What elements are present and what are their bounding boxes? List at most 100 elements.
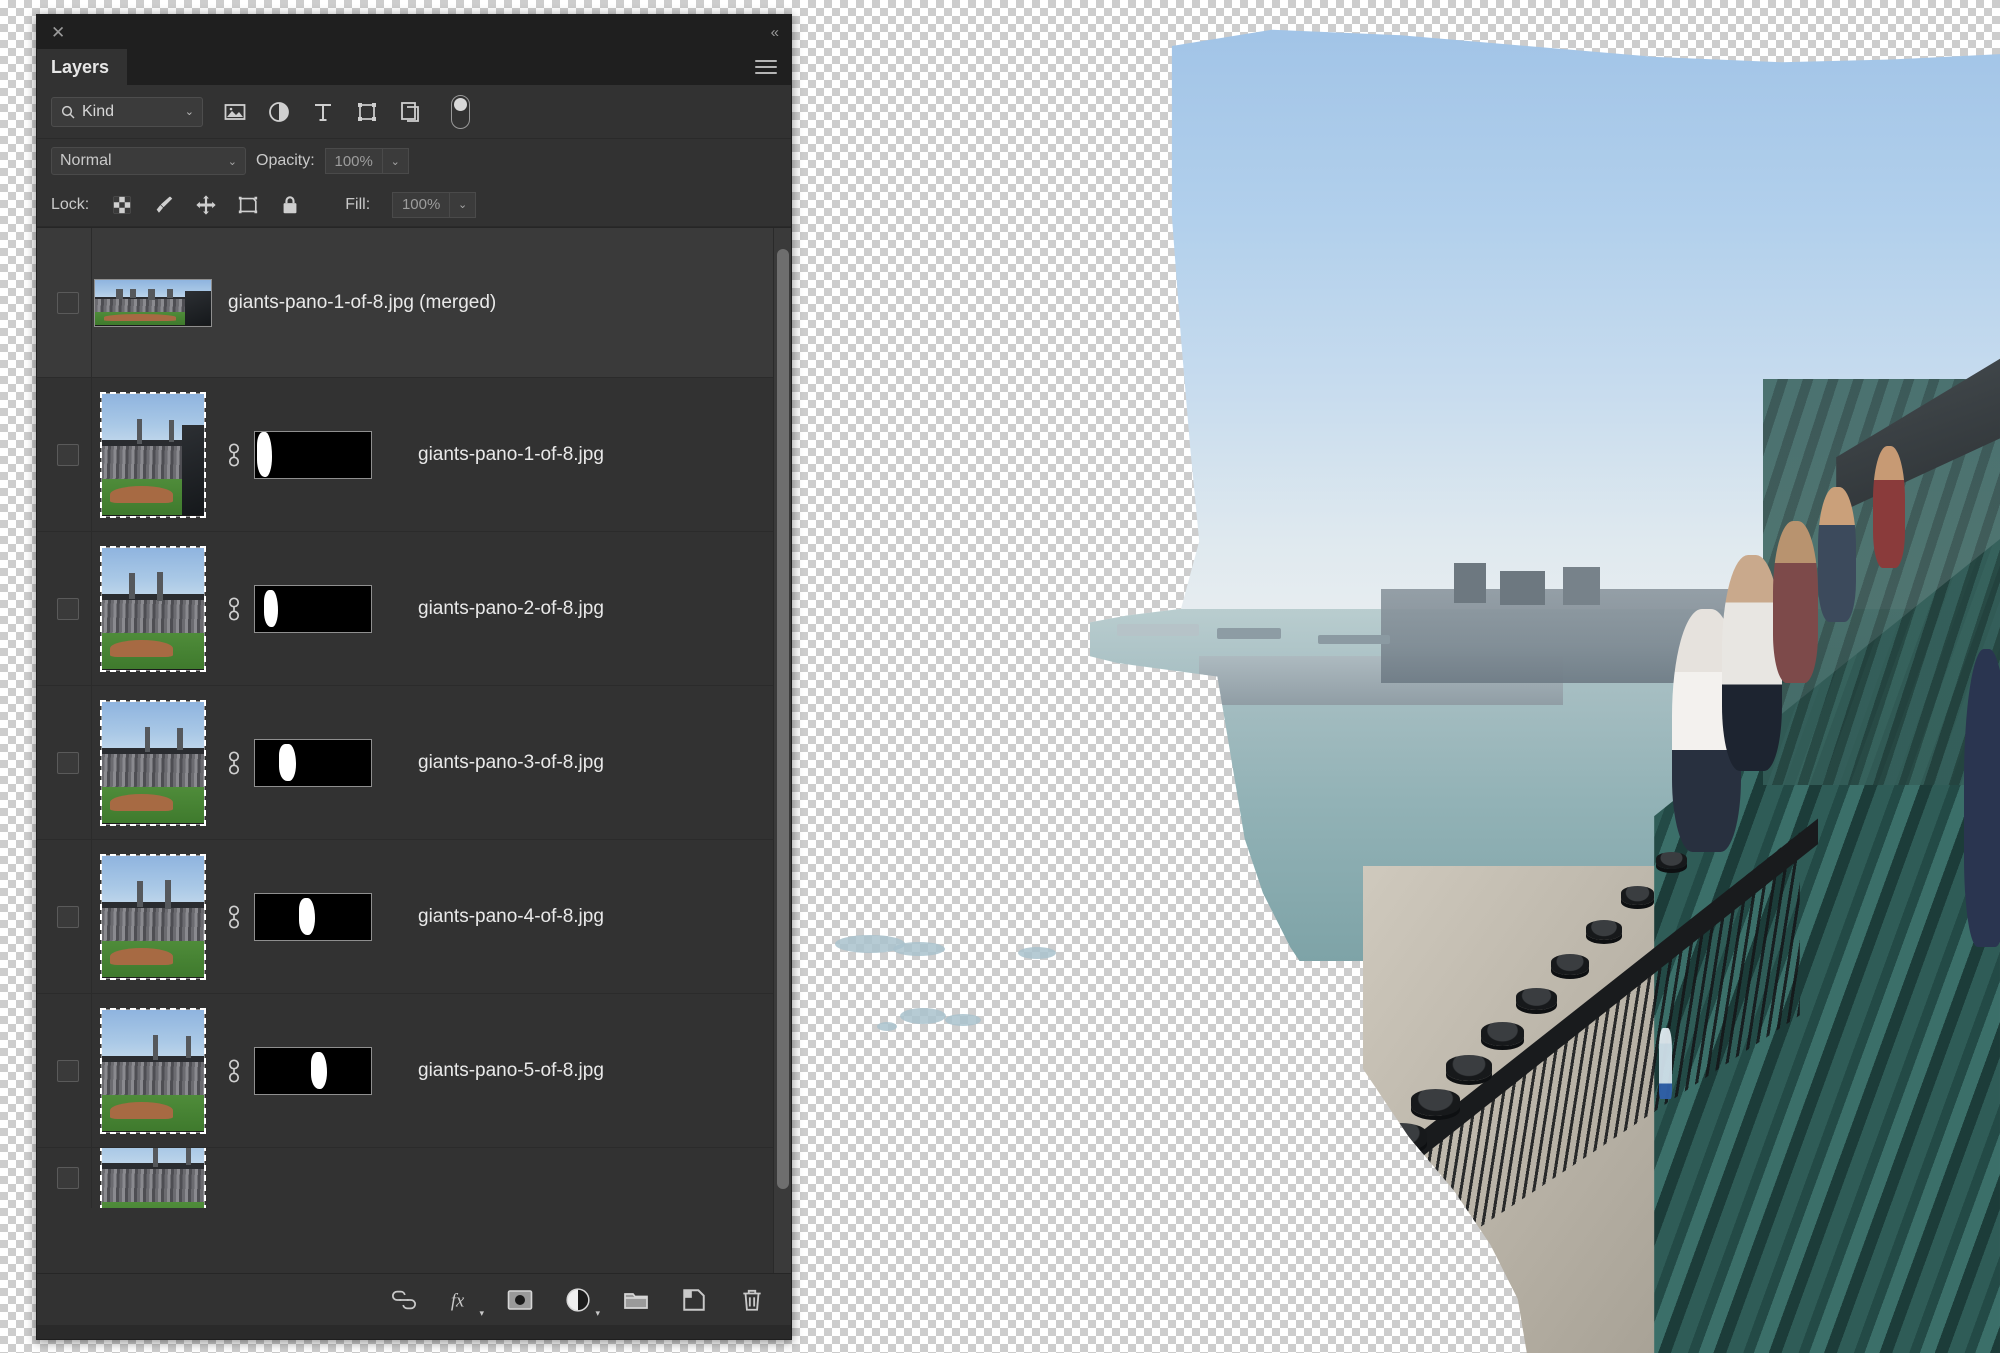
layer-thumbnail[interactable] bbox=[100, 545, 206, 672]
thumbnail-art bbox=[136, 419, 142, 444]
lock-image-pixels-icon[interactable] bbox=[153, 194, 175, 216]
layer-thumbnail[interactable] bbox=[100, 853, 206, 980]
layer-row[interactable] bbox=[37, 1148, 773, 1208]
eye-icon[interactable] bbox=[57, 751, 79, 774]
layer-name[interactable]: giants-pano-5-of-8.jpg bbox=[404, 1060, 604, 1082]
mask-link-cell bbox=[214, 1058, 254, 1084]
thumbnail-art bbox=[104, 314, 177, 321]
thumbnail-art bbox=[153, 1035, 159, 1060]
layer-name[interactable]: giants-pano-1-of-8.jpg bbox=[404, 444, 604, 466]
filter-smart-objects-icon[interactable] bbox=[399, 100, 423, 124]
layer-name[interactable]: giants-pano-4-of-8.jpg bbox=[404, 906, 604, 928]
lock-position-icon[interactable] bbox=[195, 194, 217, 216]
layer-row[interactable]: giants-pano-1-of-8.jpg (merged) bbox=[37, 228, 773, 378]
tab-layers[interactable]: Layers bbox=[37, 49, 128, 85]
fill-input[interactable]: 100% bbox=[392, 191, 451, 218]
layer-row[interactable]: giants-pano-3-of-8.jpg bbox=[37, 686, 773, 840]
link-icon[interactable] bbox=[225, 904, 243, 930]
layers-scrollbar-track[interactable] bbox=[773, 228, 791, 1273]
layer-name[interactable]: giants-pano-1-of-8.jpg (merged) bbox=[214, 292, 496, 314]
link-icon[interactable] bbox=[225, 596, 243, 622]
thumbnail-art bbox=[185, 291, 211, 326]
layers-scrollbar[interactable] bbox=[777, 248, 789, 1190]
layer-visibility-cell bbox=[45, 751, 91, 774]
link-layers-button[interactable] bbox=[391, 1287, 417, 1313]
layer-name[interactable]: giants-pano-2-of-8.jpg bbox=[404, 598, 604, 620]
layer-mask-thumbnail[interactable] bbox=[254, 892, 372, 941]
lock-artboard-nesting-icon[interactable] bbox=[237, 194, 259, 216]
add-layer-mask-button[interactable] bbox=[507, 1287, 533, 1313]
filter-pixel-layers-icon[interactable] bbox=[223, 100, 247, 124]
layer-thumbnail-cell bbox=[92, 545, 214, 672]
lock-all-icon[interactable] bbox=[279, 194, 301, 216]
filter-kind-label: Kind bbox=[82, 102, 115, 120]
link-icon[interactable] bbox=[225, 1058, 243, 1084]
layer-name[interactable]: giants-pano-3-of-8.jpg bbox=[404, 752, 604, 774]
layer-thumbnail[interactable] bbox=[100, 391, 206, 518]
layer-thumbnail[interactable] bbox=[100, 1148, 206, 1208]
new-adjustment-layer-button[interactable]: ▾ bbox=[565, 1287, 600, 1318]
layer-mask-thumbnail[interactable] bbox=[254, 430, 372, 479]
lock-icon-group bbox=[111, 194, 301, 216]
mask-white-region bbox=[257, 432, 273, 477]
link-icon bbox=[391, 1290, 417, 1309]
cargo-ship bbox=[1317, 634, 1391, 645]
layer-mask-cell bbox=[254, 738, 404, 787]
panel-menu-icon[interactable] bbox=[755, 60, 777, 74]
layer-mask-thumbnail[interactable] bbox=[254, 584, 372, 633]
fill-stepper-caret[interactable]: ⌄ bbox=[450, 191, 477, 218]
cargo-ship bbox=[1117, 623, 1200, 636]
layer-row[interactable]: giants-pano-5-of-8.jpg bbox=[37, 994, 773, 1148]
thumbnail-art bbox=[102, 750, 204, 792]
thumbnail-art bbox=[169, 419, 175, 442]
thumbnail-art bbox=[102, 901, 204, 908]
opacity-input[interactable]: 100% bbox=[324, 148, 383, 174]
blend-mode-select[interactable]: Normal ⌄ bbox=[51, 147, 246, 175]
eye-icon[interactable] bbox=[57, 291, 79, 314]
close-icon[interactable]: ✕ bbox=[51, 24, 65, 41]
thumbnail-art bbox=[110, 486, 174, 504]
layer-list[interactable]: giants-pano-1-of-8.jpg (merged) giants-pa… bbox=[37, 227, 791, 1273]
filter-type-layers-icon[interactable] bbox=[311, 100, 335, 124]
layer-row[interactable]: giants-pano-4-of-8.jpg bbox=[37, 840, 773, 994]
opacity-stepper-caret[interactable]: ⌄ bbox=[382, 148, 409, 174]
layer-visibility-cell bbox=[45, 905, 91, 928]
eye-icon[interactable] bbox=[57, 1167, 79, 1189]
eye-icon[interactable] bbox=[57, 905, 79, 928]
new-layer-button[interactable] bbox=[681, 1287, 707, 1313]
filter-kind-select[interactable]: Kind ⌄ bbox=[51, 96, 203, 127]
thumbnail-art bbox=[115, 288, 123, 300]
filter-shape-layers-icon[interactable] bbox=[355, 100, 379, 124]
layer-thumbnail-cell bbox=[92, 278, 214, 327]
delete-layer-button[interactable] bbox=[739, 1287, 765, 1313]
layer-thumbnail[interactable] bbox=[94, 278, 212, 327]
lock-transparent-pixels-icon[interactable] bbox=[111, 194, 133, 216]
new-group-button[interactable] bbox=[623, 1287, 649, 1313]
layer-mask-thumbnail[interactable] bbox=[254, 738, 372, 787]
panel-title-bar: ✕ « bbox=[37, 15, 791, 49]
blend-mode-value: Normal bbox=[60, 152, 112, 169]
mask-white-region bbox=[264, 590, 279, 627]
thumbnail-art bbox=[185, 1035, 191, 1058]
mask-white-region bbox=[299, 898, 316, 935]
layer-style-button[interactable]: fx ▾ bbox=[449, 1287, 484, 1318]
layer-thumbnail[interactable] bbox=[100, 1007, 206, 1134]
thumbnail-art bbox=[102, 1165, 204, 1208]
layer-thumbnail-cell bbox=[92, 391, 214, 518]
filter-enable-toggle[interactable] bbox=[451, 94, 470, 129]
eye-icon[interactable] bbox=[57, 1059, 79, 1082]
link-icon[interactable] bbox=[225, 442, 243, 468]
collapse-panel-icon[interactable]: « bbox=[771, 24, 779, 41]
filter-adjustment-layers-icon[interactable] bbox=[267, 100, 291, 124]
thumbnail-art bbox=[181, 425, 204, 516]
layer-row[interactable]: giants-pano-1-of-8.jpg bbox=[37, 378, 773, 532]
eye-icon[interactable] bbox=[57, 443, 79, 466]
cloud-fragment bbox=[945, 1014, 981, 1026]
thumbnail-art bbox=[153, 1148, 159, 1167]
layer-row[interactable]: giants-pano-2-of-8.jpg bbox=[37, 532, 773, 686]
layer-thumbnail[interactable] bbox=[100, 699, 206, 826]
link-icon[interactable] bbox=[225, 750, 243, 776]
thumbnail-art bbox=[185, 1148, 191, 1166]
eye-icon[interactable] bbox=[57, 597, 79, 620]
layer-mask-thumbnail[interactable] bbox=[254, 1046, 372, 1095]
